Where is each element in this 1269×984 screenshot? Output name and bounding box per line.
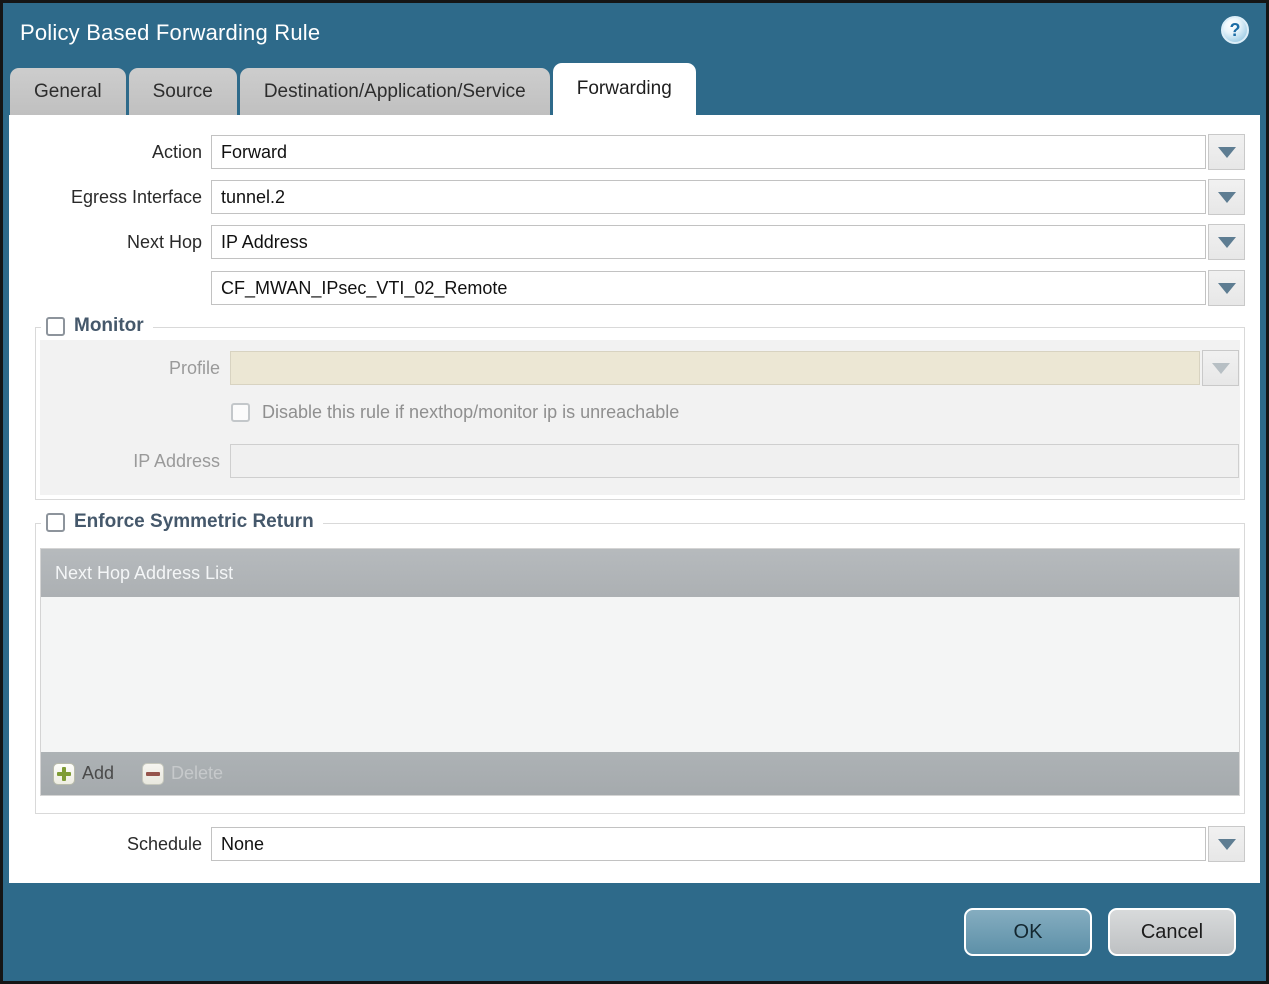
action-row: Action — [9, 134, 1245, 170]
cancel-button[interactable]: Cancel — [1108, 908, 1236, 956]
symmetric-return-checkbox[interactable] — [46, 512, 65, 532]
monitor-ip-address-row: IP Address — [40, 443, 1239, 479]
egress-interface-dropdown-button[interactable] — [1208, 179, 1245, 215]
monitor-group: Monitor Profile Disable this rule if nex… — [35, 315, 1245, 500]
tab-destination-application-service[interactable]: Destination/Application/Service — [239, 68, 550, 115]
action-dropdown-button[interactable] — [1208, 134, 1245, 170]
tab-forwarding[interactable]: Forwarding — [552, 63, 696, 115]
minus-icon — [142, 762, 165, 785]
egress-interface-label: Egress Interface — [70, 186, 202, 207]
disable-rule-row: Disable this rule if nexthop/monitor ip … — [231, 401, 1239, 423]
chevron-down-icon — [1217, 146, 1236, 158]
tab-source[interactable]: Source — [128, 68, 237, 115]
schedule-input[interactable] — [211, 827, 1206, 861]
add-button[interactable]: Add — [53, 762, 115, 785]
next-hop-address-list-table: Next Hop Address List Add Delete — [40, 548, 1240, 796]
chevron-down-icon — [1211, 362, 1230, 374]
symmetric-return-legend-label: Enforce Symmetric Return — [74, 511, 314, 532]
next-hop-type-input[interactable] — [211, 225, 1206, 259]
monitor-panel: Profile Disable this rule if nexthop/mon… — [40, 340, 1240, 495]
profile-label: Profile — [168, 357, 220, 378]
monitor-legend-label: Monitor — [74, 315, 144, 336]
help-glyph: ? — [1229, 19, 1241, 40]
egress-interface-input[interactable] — [211, 180, 1206, 214]
schedule-row: Schedule — [9, 826, 1245, 862]
table-header: Next Hop Address List — [41, 549, 1239, 597]
profile-dropdown-button — [1202, 350, 1239, 386]
profile-input — [230, 351, 1200, 385]
action-input[interactable] — [211, 135, 1206, 169]
monitor-ip-address-input — [230, 444, 1239, 478]
monitor-ip-address-label: IP Address — [133, 450, 220, 471]
schedule-dropdown-button[interactable] — [1208, 826, 1245, 862]
delete-button-label: Delete — [171, 763, 224, 783]
next-hop-row: Next Hop — [9, 224, 1245, 260]
next-hop-dropdown-button[interactable] — [1208, 224, 1245, 260]
tab-bar: General Source Destination/Application/S… — [3, 62, 1266, 115]
chevron-down-icon — [1217, 191, 1236, 203]
egress-interface-row: Egress Interface — [9, 179, 1245, 215]
next-hop-address-dropdown-button[interactable] — [1208, 270, 1245, 306]
symmetric-return-group: Enforce Symmetric Return Next Hop Addres… — [35, 511, 1245, 814]
symmetric-return-legend: Enforce Symmetric Return — [41, 511, 323, 533]
disable-rule-label: Disable this rule if nexthop/monitor ip … — [262, 401, 680, 422]
dialog-title: Policy Based Forwarding Rule — [20, 19, 321, 45]
help-icon[interactable]: ? — [1221, 16, 1249, 44]
disable-rule-checkbox — [231, 402, 250, 422]
table-body — [41, 597, 1239, 752]
delete-button: Delete — [142, 762, 224, 785]
next-hop-address-input[interactable] — [211, 271, 1206, 305]
ok-button[interactable]: OK — [964, 908, 1092, 956]
dialog-titlebar: Policy Based Forwarding Rule ? — [3, 3, 1266, 62]
dialog-footer: OK Cancel — [3, 883, 1266, 981]
chevron-down-icon — [1217, 282, 1236, 294]
dialog-content: Action Egress Interface Next Hop Monitor — [9, 115, 1260, 883]
tab-general[interactable]: General — [10, 68, 126, 115]
plus-icon — [53, 762, 75, 785]
table-header-label: Next Hop Address List — [55, 562, 234, 583]
next-hop-address-row — [9, 270, 1245, 306]
action-label: Action — [151, 141, 202, 162]
next-hop-label: Next Hop — [126, 231, 202, 252]
add-button-label: Add — [82, 763, 115, 783]
monitor-legend: Monitor — [41, 315, 153, 337]
profile-row: Profile — [40, 350, 1239, 386]
schedule-label: Schedule — [126, 833, 202, 854]
monitor-checkbox[interactable] — [46, 316, 65, 336]
table-footer: Add Delete — [41, 752, 1239, 795]
chevron-down-icon — [1217, 838, 1236, 850]
chevron-down-icon — [1217, 236, 1236, 248]
